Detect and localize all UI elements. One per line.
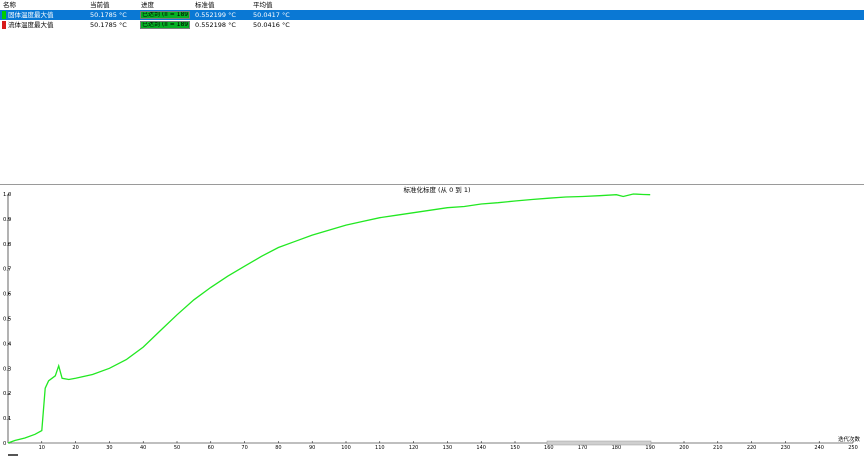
x-tick-label: 90 xyxy=(309,445,315,451)
x-tick-label: 10 xyxy=(39,445,45,451)
chart-axes xyxy=(7,194,853,444)
header-avg[interactable]: 平均值 xyxy=(253,1,273,9)
status-bar xyxy=(0,452,864,459)
x-tick-label: 80 xyxy=(275,445,281,451)
y-tick-label: 1.0 xyxy=(3,192,11,198)
row-current: 50.1785 °C xyxy=(90,11,127,19)
y-tick-label: 0.7 xyxy=(3,267,11,273)
x-tick-label: 210 xyxy=(713,445,723,451)
y-tick-label: 0.1 xyxy=(3,416,11,422)
x-tick-label: 100 xyxy=(341,445,351,451)
x-axis: 10 20 30 40 50 60 70 80 90 100 110 120 130 140 150 160 1… xyxy=(39,441,858,451)
y-tick-label: 0.9 xyxy=(3,217,11,223)
chart-scrollbar[interactable] xyxy=(546,440,652,446)
y-tick-label: 0.8 xyxy=(3,242,11,248)
row-avg: 50.0416 °C xyxy=(253,21,290,29)
x-tick-label: 30 xyxy=(106,445,112,451)
y-tick-label: 0.5 xyxy=(3,317,11,323)
x-tick-label: 190 xyxy=(645,445,655,451)
table-row[interactable]: 固体温度最大值 50.1785 °C 已达到 (II = 189) 0.5521… xyxy=(0,10,864,20)
x-tick-label: 170 xyxy=(578,445,588,451)
x-tick-label: 180 xyxy=(612,445,622,451)
x-tick-label: 240 xyxy=(814,445,824,451)
row-std: 0.552198 °C xyxy=(195,21,236,29)
row-name: 固体温度最大值 xyxy=(8,11,54,19)
x-tick-label: 120 xyxy=(409,445,419,451)
x-tick-label: 200 xyxy=(679,445,689,451)
x-tick-label: 230 xyxy=(781,445,791,451)
progress-bar: 已达到 (II = 189) xyxy=(140,11,190,19)
x-tick-label: 40 xyxy=(140,445,146,451)
x-tick-label: 110 xyxy=(375,445,385,451)
x-tick-label: 130 xyxy=(443,445,453,451)
progress-bar: 已达到 (II = 189) xyxy=(140,21,190,29)
status-grip[interactable] xyxy=(8,454,18,456)
row-current: 50.1785 °C xyxy=(90,21,127,29)
x-tick-label: 140 xyxy=(476,445,486,451)
y-axis: 0 0.1 0.2 0.3 0.4 0.5 0.6 0.7 0.8 0.9 1.0 xyxy=(3,192,12,447)
header-std[interactable]: 标准值 xyxy=(195,1,215,9)
x-tick-label: 20 xyxy=(72,445,78,451)
x-tick-label: 50 xyxy=(174,445,180,451)
progress-text: 已达到 (II = 189) xyxy=(142,21,190,28)
chart-title: 标准化标度 (从 0 到 1) xyxy=(403,186,470,194)
x-tick-label: 160 xyxy=(544,445,554,451)
y-tick-label: 0.4 xyxy=(3,341,12,347)
row-std: 0.552199 °C xyxy=(195,11,236,19)
y-tick-label: 0.2 xyxy=(3,391,11,397)
series-color-swatch xyxy=(2,11,6,19)
progress-text: 已达到 (II = 189) xyxy=(142,11,190,18)
header-progress[interactable]: 进度 xyxy=(141,1,154,9)
series-color-swatch xyxy=(2,21,6,29)
x-tick-label: 250 xyxy=(848,445,858,451)
convergence-chart: 标准化标度 (从 0 到 1) 0 0.1 0.2 0.3 0.4 0.5 0.6 0.7 0.… xyxy=(0,186,864,459)
series-line xyxy=(7,193,651,444)
row-name: 流体温度最大值 xyxy=(8,21,54,29)
table-row[interactable]: 流体温度最大值 50.1785 °C 已达到 (II = 189) 0.5521… xyxy=(0,20,864,30)
y-tick-label: 0.3 xyxy=(3,366,11,372)
y-tick-label: 0 xyxy=(3,441,6,447)
header-name[interactable]: 名称 xyxy=(3,1,16,9)
y-tick-label: 0.6 xyxy=(3,292,11,298)
x-tick-label: 60 xyxy=(208,445,214,451)
x-axis-label: 迭代次数 xyxy=(838,435,861,443)
header-current[interactable]: 当前值 xyxy=(90,1,110,9)
x-tick-label: 70 xyxy=(241,445,247,451)
table-header: 名称 当前值 进度 标准值 平均值 xyxy=(0,0,864,10)
x-tick-label: 150 xyxy=(510,445,520,451)
monitor-table: 名称 当前值 进度 标准值 平均值 固体温度最大值 50.1785 °C 已达到… xyxy=(0,0,864,185)
chart-svg: 标准化标度 (从 0 到 1) 0 0.1 0.2 0.3 0.4 0.5 0.6 0.7 0.… xyxy=(3,186,861,451)
x-tick-label: 220 xyxy=(747,445,757,451)
row-avg: 50.0417 °C xyxy=(253,11,290,19)
